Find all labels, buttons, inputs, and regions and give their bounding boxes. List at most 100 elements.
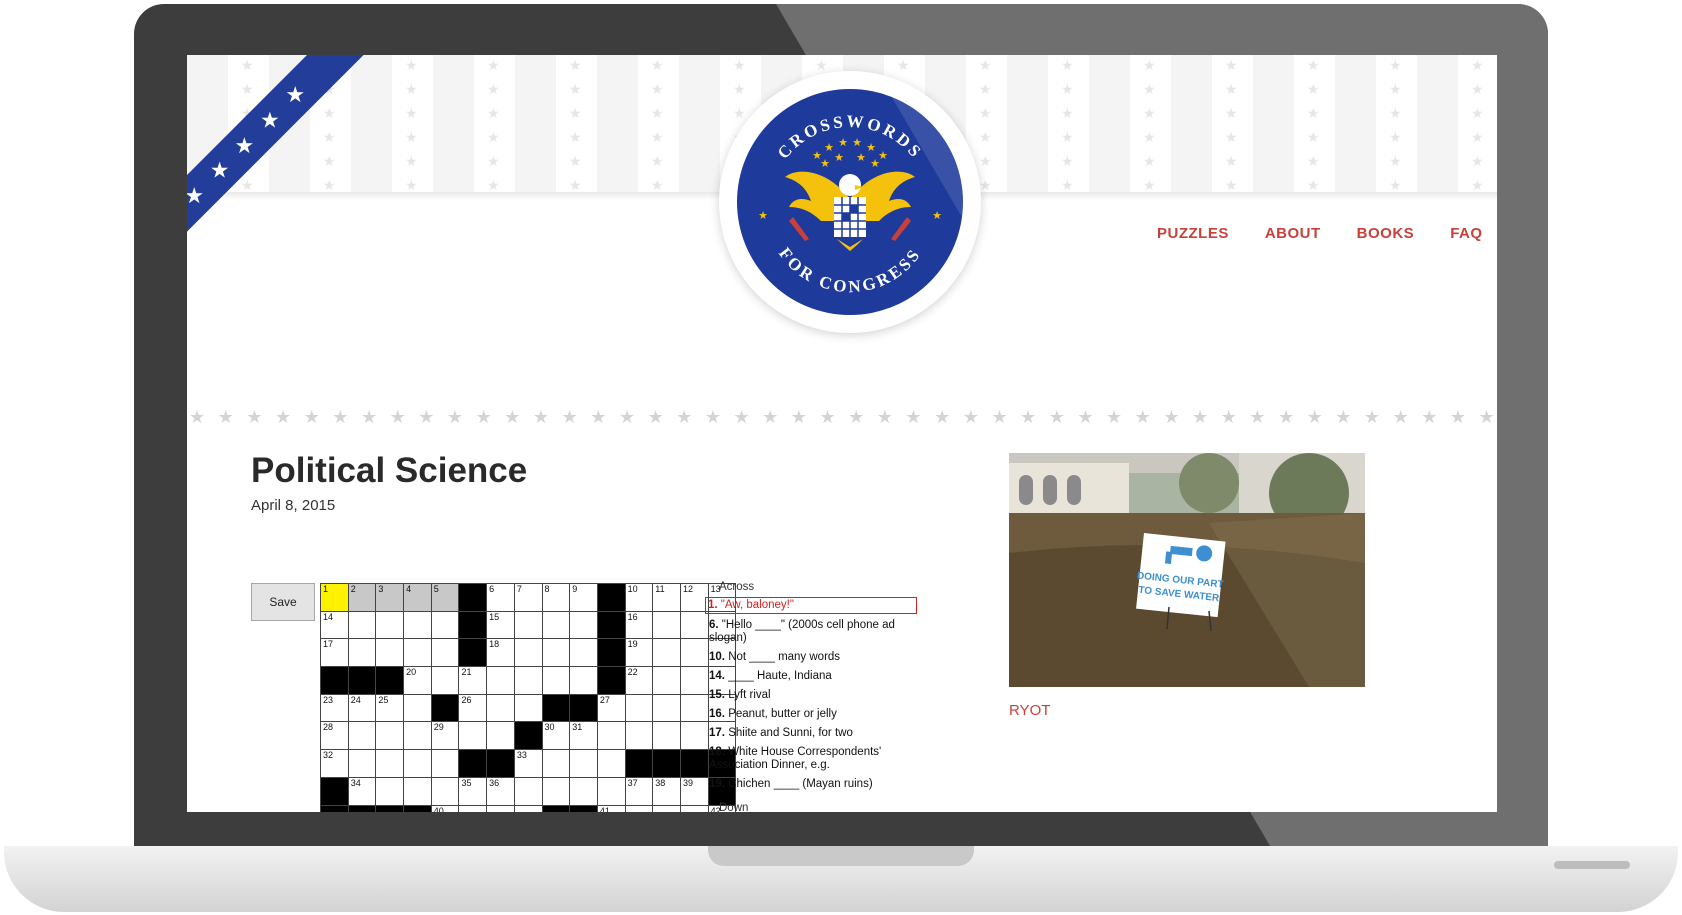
grid-cell[interactable] [653, 667, 681, 695]
grid-cell[interactable] [348, 639, 377, 668]
grid-cell[interactable] [570, 750, 598, 778]
sidebar-photo[interactable]: DOING OUR PART TO SAVE WATER [1009, 453, 1365, 687]
grid-cell[interactable] [680, 611, 709, 640]
grid-cell[interactable]: 23 [321, 694, 349, 723]
grid-cell[interactable]: 9 [570, 584, 598, 612]
grid-cell[interactable]: 10 [625, 584, 654, 612]
grid-cell[interactable]: 33 [514, 750, 543, 778]
grid-cell[interactable] [404, 694, 432, 723]
grid-cell[interactable]: 3 [376, 584, 405, 612]
grid-cell[interactable] [570, 777, 598, 806]
grid-cell[interactable] [542, 639, 571, 668]
grid-cell[interactable]: 28 [321, 722, 349, 751]
grid-cell[interactable] [514, 805, 543, 812]
grid-cell[interactable] [653, 722, 681, 751]
grid-cell[interactable] [348, 611, 377, 640]
grid-cell[interactable] [404, 639, 432, 668]
grid-cell[interactable]: 4 [404, 584, 432, 612]
grid-cell[interactable]: 32 [321, 750, 349, 778]
grid-cell[interactable]: 38 [653, 777, 681, 806]
grid-cell[interactable] [542, 611, 571, 640]
grid-cell[interactable]: 6 [487, 584, 515, 612]
grid-cell[interactable] [680, 639, 709, 668]
grid-cell[interactable]: 40 [431, 805, 460, 812]
grid-cell[interactable]: 25 [376, 694, 405, 723]
grid-cell[interactable]: 5 [431, 584, 460, 612]
grid-cell[interactable]: 2 [348, 584, 377, 612]
grid-cell[interactable]: 37 [625, 777, 654, 806]
clue-item[interactable]: 6. "Hello ____" (2000s cell phone ad slo… [707, 618, 917, 646]
crossword-grid[interactable]: 1 2 3 4 5 6 7 8 9 10 11 12 13 14 15 16 17 18 19 20 21 22 23 24 2… [320, 583, 737, 812]
grid-cell[interactable] [459, 805, 488, 812]
grid-cell[interactable]: 11 [653, 584, 681, 612]
grid-cell[interactable]: 15 [487, 611, 515, 640]
grid-cell[interactable] [514, 639, 543, 668]
grid-cell[interactable] [404, 777, 432, 806]
grid-cell[interactable] [653, 805, 681, 812]
grid-cell[interactable]: 41 [597, 805, 626, 812]
grid-cell[interactable] [404, 750, 432, 778]
grid-cell[interactable] [680, 694, 709, 723]
grid-cell[interactable]: 8 [542, 584, 571, 612]
grid-cell[interactable] [514, 611, 543, 640]
grid-cell[interactable]: 31 [570, 722, 598, 751]
nav-books[interactable]: BOOKS [1357, 225, 1415, 242]
grid-cell[interactable]: 35 [459, 777, 488, 806]
grid-cell[interactable] [459, 722, 488, 751]
grid-cell[interactable] [625, 694, 654, 723]
grid-cell[interactable] [597, 750, 626, 778]
grid-cell[interactable]: 1 [321, 584, 349, 612]
grid-cell[interactable] [653, 639, 681, 668]
grid-cell[interactable]: 26 [459, 694, 488, 723]
grid-cell[interactable]: 19 [625, 639, 654, 668]
grid-cell[interactable] [431, 750, 460, 778]
grid-cell[interactable] [542, 750, 571, 778]
grid-cell[interactable] [653, 611, 681, 640]
site-logo[interactable]: CROSSWORDS FOR CONGRESS ★ ★ ★ ★ ★ ★ ★ ★ ★ ★ ★ ★ [719, 71, 981, 333]
grid-cell[interactable] [376, 777, 405, 806]
grid-cell[interactable] [680, 805, 709, 812]
clue-item[interactable]: 18. White House Correspondents' Associat… [707, 745, 917, 773]
grid-cell[interactable] [570, 639, 598, 668]
clue-item[interactable]: 16. Peanut, butter or jelly [707, 707, 917, 722]
grid-cell[interactable] [487, 722, 515, 751]
clue-item[interactable]: 14. ____ Haute, Indiana [707, 669, 917, 684]
grid-cell[interactable] [431, 611, 460, 640]
grid-cell[interactable]: 16 [625, 611, 654, 640]
grid-cell[interactable]: 24 [348, 694, 377, 723]
grid-cell[interactable] [542, 667, 571, 695]
grid-cell[interactable] [431, 777, 460, 806]
grid-cell[interactable] [487, 667, 515, 695]
grid-cell[interactable] [376, 639, 405, 668]
grid-cell[interactable] [653, 694, 681, 723]
grid-cell[interactable]: 18 [487, 639, 515, 668]
clue-item[interactable]: 15. Lyft rival [707, 688, 917, 703]
grid-cell[interactable] [680, 667, 709, 695]
grid-cell[interactable] [487, 694, 515, 723]
grid-cell[interactable] [348, 750, 377, 778]
grid-cell[interactable] [376, 611, 405, 640]
save-button[interactable]: Save [251, 583, 315, 621]
grid-cell[interactable] [625, 722, 654, 751]
grid-cell[interactable]: 39 [680, 777, 709, 806]
grid-cell[interactable] [487, 805, 515, 812]
grid-cell[interactable] [680, 722, 709, 751]
grid-cell[interactable] [570, 667, 598, 695]
grid-cell[interactable]: 29 [431, 722, 460, 751]
grid-cell[interactable]: 20 [404, 667, 432, 695]
grid-cell[interactable]: 22 [625, 667, 654, 695]
grid-cell[interactable]: 30 [542, 722, 571, 751]
grid-cell[interactable]: 36 [487, 777, 515, 806]
grid-cell[interactable] [376, 750, 405, 778]
grid-cell[interactable]: 34 [348, 777, 377, 806]
clue-item[interactable]: 17. Shiite and Sunni, for two [707, 726, 917, 741]
grid-cell[interactable] [542, 777, 571, 806]
grid-cell[interactable]: 7 [514, 584, 543, 612]
nav-faq[interactable]: FAQ [1450, 225, 1482, 242]
nav-about[interactable]: ABOUT [1265, 225, 1321, 242]
grid-cell[interactable]: 21 [459, 667, 488, 695]
grid-cell[interactable] [597, 722, 626, 751]
grid-cell[interactable] [514, 694, 543, 723]
clue-item[interactable]: 1. "Aw, baloney!" [705, 597, 917, 614]
photo-credit-link[interactable]: RYOT [1009, 702, 1050, 719]
